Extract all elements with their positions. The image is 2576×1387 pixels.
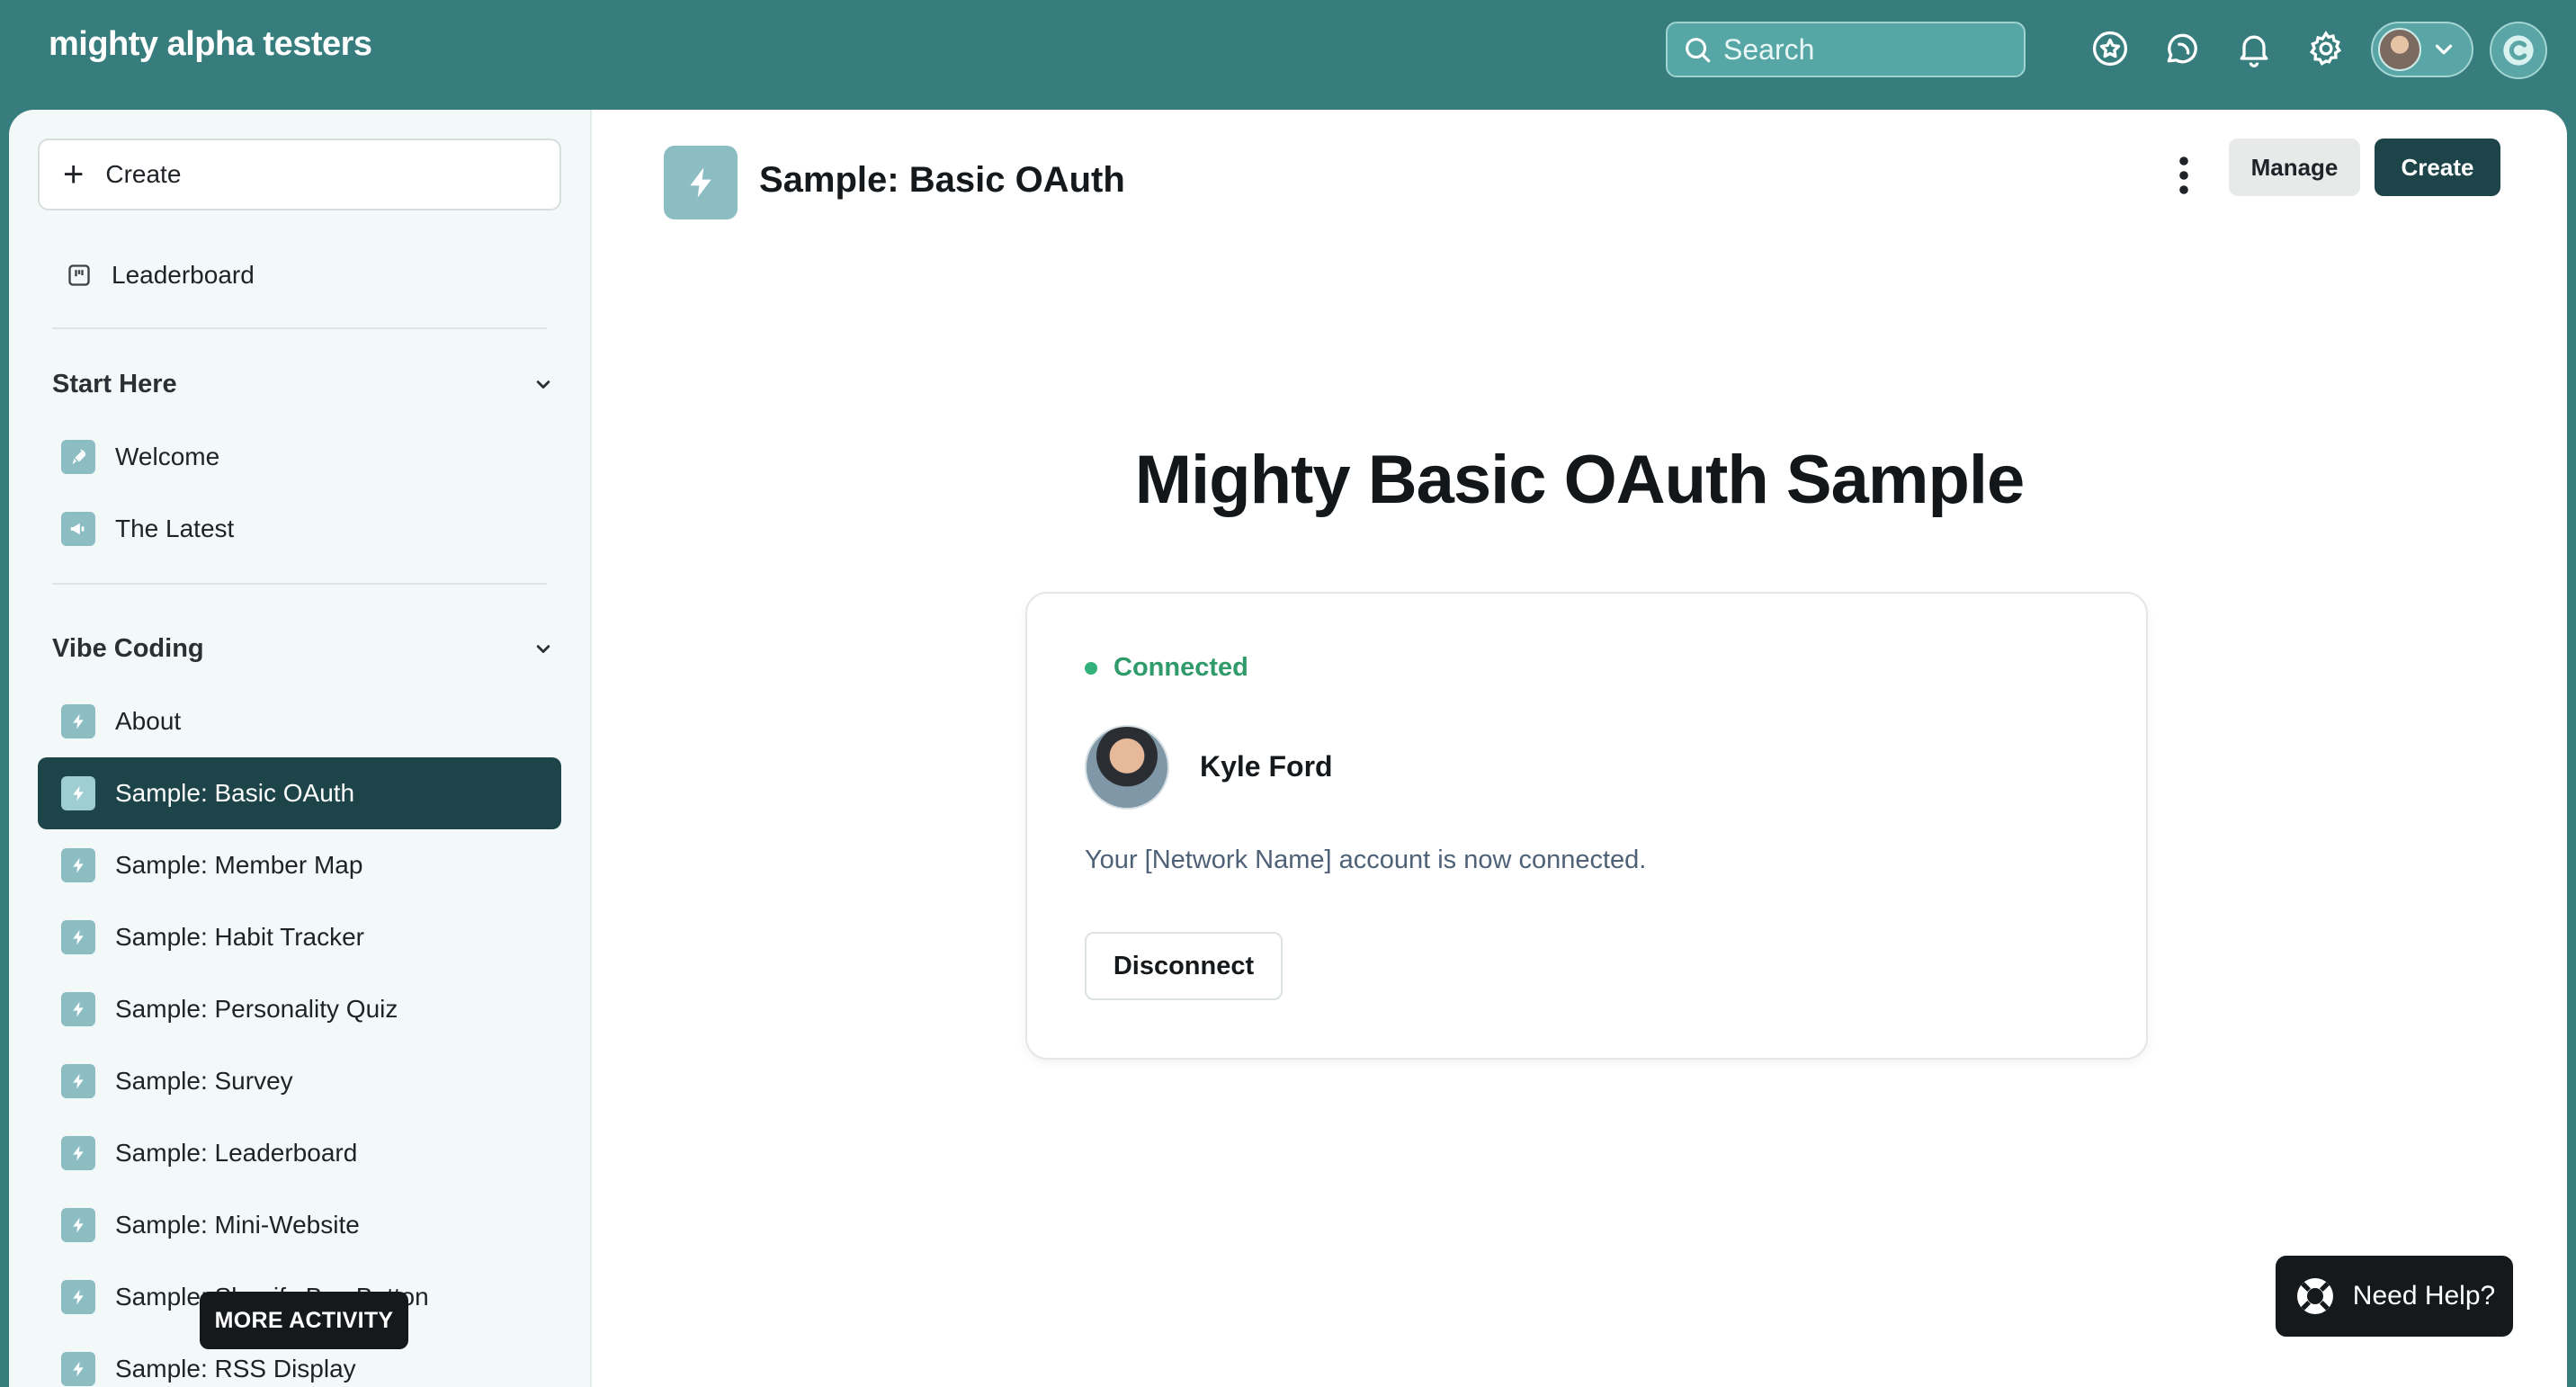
rocket-icon xyxy=(61,440,95,474)
bolt-icon xyxy=(61,920,95,954)
brand-logo-text[interactable]: mighty alpha testers xyxy=(49,25,372,64)
status-badge: Connected xyxy=(1085,653,1248,683)
need-help-button[interactable]: Need Help? xyxy=(2276,1256,2513,1337)
gear-icon[interactable] xyxy=(2304,27,2348,70)
search-icon xyxy=(1686,38,1711,63)
user-name: Kyle Ford xyxy=(1200,750,1333,783)
section-vibe-coding[interactable]: Vibe Coding xyxy=(52,626,556,671)
bell-icon[interactable] xyxy=(2232,27,2276,70)
search-input[interactable] xyxy=(1723,32,2011,67)
divider xyxy=(52,583,547,585)
sidebar-item-leaderboard[interactable]: Leaderboard xyxy=(38,239,561,311)
avatar xyxy=(2378,28,2421,71)
bolt-icon xyxy=(61,1136,95,1170)
lifebuoy-icon xyxy=(2296,1278,2333,1314)
bolt-icon xyxy=(61,848,95,882)
divider xyxy=(52,327,547,329)
sidebar-item-sample-member-map[interactable]: Sample: Member Map xyxy=(38,829,561,901)
sidebar-item-label: Sample: RSS Display xyxy=(115,1355,356,1383)
network-switcher-icon[interactable] xyxy=(2490,22,2547,79)
sidebar-item-label: Leaderboard xyxy=(112,261,255,289)
chevron-down-icon xyxy=(2435,44,2453,55)
bolt-icon xyxy=(61,776,95,810)
sidebar-item-label: Sample: Leaderboard xyxy=(115,1139,358,1167)
sidebar-item-sample-survey[interactable]: Sample: Survey xyxy=(38,1045,561,1117)
sidebar-item-label: Sample: Member Map xyxy=(115,851,363,879)
oauth-card: Connected Kyle Ford Your [Network Name] … xyxy=(1025,592,2148,1060)
sidebar-item-the-latest[interactable]: The Latest xyxy=(38,493,561,565)
sidebar-item-sample-leaderboard[interactable]: Sample: Leaderboard xyxy=(38,1117,561,1189)
chevron-down-icon xyxy=(536,380,550,389)
disconnect-button[interactable]: Disconnect xyxy=(1085,932,1283,1000)
sidebar-item-label: About xyxy=(115,707,182,735)
bolt-icon xyxy=(61,1064,95,1098)
status-label: Connected xyxy=(1114,653,1248,682)
page-title: Sample: Basic OAuth xyxy=(759,160,1125,200)
sidebar-item-sample-basic-oauth[interactable]: Sample: Basic OAuth xyxy=(38,757,561,829)
sidebar-create-label: Create xyxy=(105,160,182,188)
sidebar-item-sample-habit-tracker[interactable]: Sample: Habit Tracker xyxy=(38,901,561,973)
need-help-label: Need Help? xyxy=(2352,1281,2496,1311)
top-bar: mighty alpha testers xyxy=(0,0,2576,106)
megaphone-icon xyxy=(61,512,95,546)
sidebar-item-label: Sample: Habit Tracker xyxy=(115,923,364,951)
section-start-here[interactable]: Start Here xyxy=(52,362,556,407)
plus-icon: + xyxy=(63,155,85,194)
section-title: Start Here xyxy=(52,369,177,398)
sidebar-create-button[interactable]: + Create xyxy=(38,139,561,210)
more-options-icon[interactable] xyxy=(2166,148,2202,203)
bolt-icon xyxy=(61,1280,95,1314)
manage-button[interactable]: Manage xyxy=(2229,139,2360,196)
search-box[interactable] xyxy=(1666,22,2026,77)
status-dot-icon xyxy=(1085,661,1097,675)
sidebar: + Create Leaderboard Start Here Welcome … xyxy=(9,110,592,1387)
star-badge-icon[interactable] xyxy=(2089,27,2132,70)
chat-icon[interactable] xyxy=(2160,27,2204,70)
section-title: Vibe Coding xyxy=(52,633,204,663)
bolt-icon xyxy=(61,992,95,1026)
connection-message: Your [Network Name] account is now conne… xyxy=(1085,846,1647,874)
content-heading: Mighty Basic OAuth Sample xyxy=(1134,442,2026,518)
sidebar-item-sample-mini-website[interactable]: Sample: Mini-Website xyxy=(38,1189,561,1261)
user-menu-button[interactable] xyxy=(2371,22,2473,77)
main-content: Sample: Basic OAuth Manage Create Mighty… xyxy=(592,110,2567,1387)
bolt-icon xyxy=(61,1208,95,1242)
chevron-down-icon xyxy=(536,645,550,653)
sidebar-item-label: Sample: Personality Quiz xyxy=(115,995,398,1023)
bolt-icon xyxy=(61,1352,95,1386)
sidebar-item-about[interactable]: About xyxy=(38,685,561,757)
sidebar-item-label: Sample: Basic OAuth xyxy=(115,779,355,807)
create-button[interactable]: Create xyxy=(2375,139,2500,196)
sidebar-item-label: Sample: Survey xyxy=(115,1067,293,1095)
sidebar-item-sample-personality-quiz[interactable]: Sample: Personality Quiz xyxy=(38,973,561,1045)
bolt-icon xyxy=(664,146,738,219)
sidebar-item-label: Sample: Mini-Website xyxy=(115,1211,360,1239)
sidebar-item-welcome[interactable]: Welcome xyxy=(38,421,561,493)
avatar xyxy=(1085,725,1169,810)
sidebar-item-label: The Latest xyxy=(115,515,235,542)
leaderboard-icon xyxy=(68,264,90,286)
more-activity-button[interactable]: MORE ACTIVITY xyxy=(200,1292,408,1349)
sidebar-item-label: Welcome xyxy=(115,443,220,470)
bolt-icon xyxy=(61,704,95,738)
